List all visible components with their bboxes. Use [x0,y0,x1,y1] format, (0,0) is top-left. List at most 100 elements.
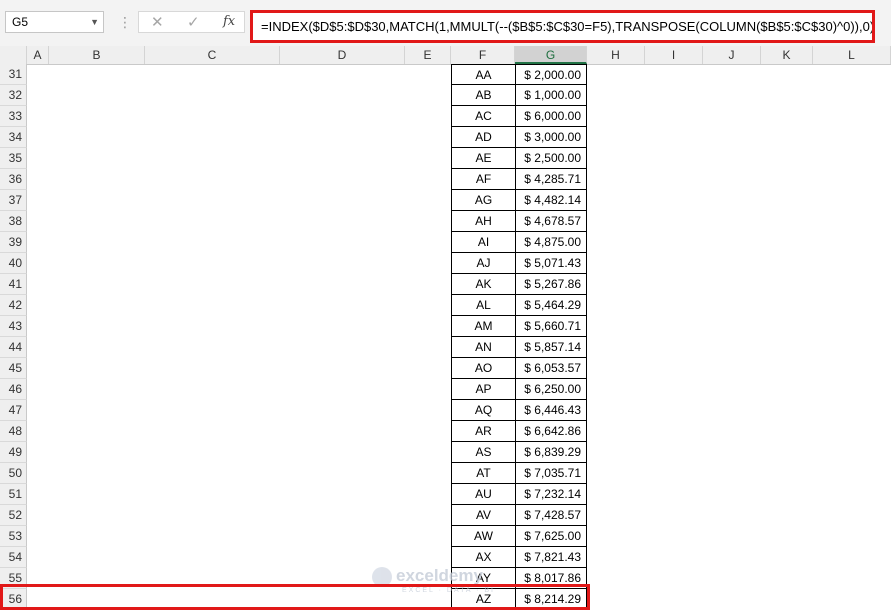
name-box-value: G5 [12,15,29,29]
column-header-d[interactable]: D [280,46,405,64]
row-header[interactable]: 43 [0,316,27,337]
row-header[interactable]: 39 [0,232,27,253]
cell-f[interactable]: AL [451,295,516,316]
cell-g[interactable]: $ 4,285.71 [515,169,587,190]
cell-f[interactable]: AR [451,421,516,442]
row-header[interactable]: 32 [0,85,27,106]
cell-g[interactable]: $ 7,035.71 [515,463,587,484]
cell-f[interactable]: AP [451,379,516,400]
cell-g[interactable]: $ 4,678.57 [515,211,587,232]
table-row: 40 AJ $ 5,071.43 [0,253,891,274]
cell-g[interactable]: $ 4,482.14 [515,190,587,211]
cell-f[interactable]: AX [451,547,516,568]
row-header[interactable]: 35 [0,148,27,169]
cell-f[interactable]: AF [451,169,516,190]
cell-f[interactable]: AB [451,85,516,106]
cell-f[interactable]: AV [451,505,516,526]
row-header[interactable]: 36 [0,169,27,190]
table-row: 42 AL $ 5,464.29 [0,295,891,316]
column-header-i[interactable]: I [645,46,703,64]
cell-g[interactable]: $ 5,660.71 [515,316,587,337]
row-header[interactable]: 40 [0,253,27,274]
row-header[interactable]: 52 [0,505,27,526]
table-row: 53 AW $ 7,625.00 [0,526,891,547]
row-header[interactable]: 42 [0,295,27,316]
row-header[interactable]: 46 [0,379,27,400]
row-header[interactable]: 41 [0,274,27,295]
table-row: 47 AQ $ 6,446.43 [0,400,891,421]
cell-f[interactable]: AO [451,358,516,379]
cell-g[interactable]: $ 6,642.86 [515,421,587,442]
cell-f[interactable]: AN [451,337,516,358]
enter-check-icon[interactable]: ✓ [187,13,200,31]
column-header-l[interactable]: L [813,46,891,64]
cell-f[interactable]: AD [451,127,516,148]
row-header[interactable]: 50 [0,463,27,484]
cancel-icon[interactable]: ✕ [151,13,164,31]
cell-g[interactable]: $ 4,875.00 [515,232,587,253]
cell-f[interactable]: AJ [451,253,516,274]
cell-f[interactable]: AK [451,274,516,295]
cell-f[interactable]: AG [451,190,516,211]
cell-f[interactable]: AM [451,316,516,337]
row-header[interactable]: 45 [0,358,27,379]
column-header-e[interactable]: E [405,46,451,64]
cell-f[interactable]: AQ [451,400,516,421]
cell-g[interactable]: $ 6,250.00 [515,379,587,400]
cell-f[interactable]: AS [451,442,516,463]
chevron-down-icon[interactable]: ▼ [90,12,99,32]
row-header[interactable]: 49 [0,442,27,463]
row-header[interactable]: 54 [0,547,27,568]
column-header-b[interactable]: B [49,46,145,64]
cell-g[interactable]: $ 5,857.14 [515,337,587,358]
cell-g[interactable]: $ 6,053.57 [515,358,587,379]
select-all-corner[interactable] [0,46,27,64]
cell-f[interactable]: AE [451,148,516,169]
column-header-f[interactable]: F [451,46,515,64]
row-header[interactable]: 51 [0,484,27,505]
row-header[interactable]: 37 [0,190,27,211]
table-row: 43 AM $ 5,660.71 [0,316,891,337]
cell-g[interactable]: $ 7,428.57 [515,505,587,526]
column-header-c[interactable]: C [145,46,280,64]
insert-function-icon[interactable]: fx [223,14,235,29]
column-header-g[interactable]: G [515,46,587,64]
row-header[interactable]: 38 [0,211,27,232]
name-box[interactable]: G5 ▼ [5,11,104,33]
cell-g[interactable]: $ 6,000.00 [515,106,587,127]
column-header-a[interactable]: A [27,46,49,64]
cell-g[interactable]: $ 7,232.14 [515,484,587,505]
cell-g[interactable]: $ 5,071.43 [515,253,587,274]
cell-g[interactable]: $ 2,000.00 [515,64,587,85]
row-header[interactable]: 48 [0,421,27,442]
cell-g[interactable]: $ 7,625.00 [515,526,587,547]
table-row: 52 AV $ 7,428.57 [0,505,891,526]
column-header-h[interactable]: H [587,46,645,64]
cell-f[interactable]: AI [451,232,516,253]
table-row: 54 AX $ 7,821.43 [0,547,891,568]
row-header[interactable]: 44 [0,337,27,358]
cell-f[interactable]: AC [451,106,516,127]
cell-f[interactable]: AU [451,484,516,505]
row-header[interactable]: 31 [0,64,27,85]
row-header[interactable]: 47 [0,400,27,421]
cell-f[interactable]: AA [451,64,516,85]
cell-f[interactable]: AW [451,526,516,547]
cell-g[interactable]: $ 6,839.29 [515,442,587,463]
column-header-j[interactable]: J [703,46,761,64]
cell-f[interactable]: AT [451,463,516,484]
cell-g[interactable]: $ 6,446.43 [515,400,587,421]
formula-input[interactable]: =INDEX($D$5:$D$30,MATCH(1,MMULT(--($B$5:… [250,10,875,43]
cell-g[interactable]: $ 5,267.86 [515,274,587,295]
cell-f[interactable]: AH [451,211,516,232]
row-header[interactable]: 34 [0,127,27,148]
column-header-k[interactable]: K [761,46,813,64]
cell-g[interactable]: $ 7,821.43 [515,547,587,568]
table-row: 37 AG $ 4,482.14 [0,190,891,211]
row-header[interactable]: 53 [0,526,27,547]
cell-g[interactable]: $ 5,464.29 [515,295,587,316]
cell-g[interactable]: $ 1,000.00 [515,85,587,106]
cell-g[interactable]: $ 2,500.00 [515,148,587,169]
cell-g[interactable]: $ 3,000.00 [515,127,587,148]
row-header[interactable]: 33 [0,106,27,127]
